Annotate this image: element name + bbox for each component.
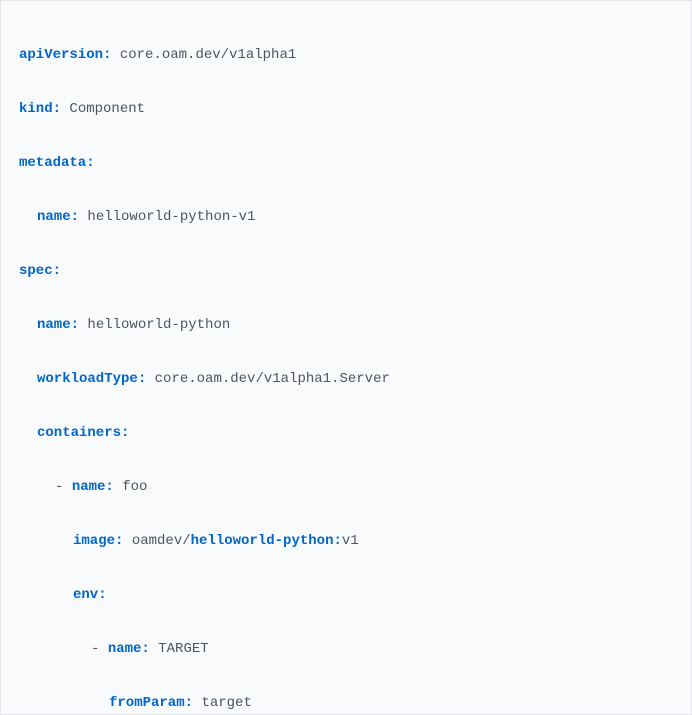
line-env0-fromParam: fromParam: target [109, 690, 673, 715]
val-c0-image-suffix: v1 [342, 533, 359, 549]
key-containers: containers [37, 425, 121, 441]
key-c0-name: name [72, 479, 106, 495]
key-c0-image: image [73, 533, 115, 549]
line-kind: kind: Component [19, 96, 673, 123]
line-container0-image: image: oamdev/helloworld-python:v1 [73, 528, 673, 555]
key-metadata-name: name [37, 209, 71, 225]
line-spec-name: name: helloworld-python [37, 312, 673, 339]
key-metadata: metadata [19, 155, 86, 171]
val-kind: Component [69, 101, 145, 117]
line-metadata: metadata: [19, 150, 673, 177]
val-c0-name: foo [122, 479, 147, 495]
key-spec: spec [19, 263, 53, 279]
val-metadata-name: helloworld-python-v1 [87, 209, 255, 225]
key-apiVersion: apiVersion [19, 47, 103, 63]
line-metadata-name: name: helloworld-python-v1 [37, 204, 673, 231]
val-env0-name: TARGET [158, 641, 208, 657]
val-workloadType: core.oam.dev/v1alpha1.Server [155, 371, 390, 387]
key-kind: kind [19, 101, 53, 117]
val-spec-name: helloworld-python [87, 317, 230, 333]
line-containers: containers: [37, 420, 673, 447]
key-env0-name: name [108, 641, 142, 657]
key-env0-fromParam: fromParam [109, 695, 185, 711]
line-apiVersion: apiVersion: core.oam.dev/v1alpha1 [19, 42, 673, 69]
yaml-code-block: apiVersion: core.oam.dev/v1alpha1 kind: … [0, 0, 692, 715]
line-container0-env: env: [73, 582, 673, 609]
val-c0-image-prefix: oamdev/ [132, 533, 191, 549]
line-workloadType: workloadType: core.oam.dev/v1alpha1.Serv… [37, 366, 673, 393]
line-spec: spec: [19, 258, 673, 285]
val-env0-fromParam: target [201, 695, 251, 711]
line-container0-name: - name: foo [55, 474, 673, 501]
key-spec-name: name [37, 317, 71, 333]
key-c0-env: env [73, 587, 98, 603]
val-apiVersion: core.oam.dev/v1alpha1 [120, 47, 296, 63]
line-env0-name: - name: TARGET [91, 636, 673, 663]
val-c0-image-bold: helloworld-python: [191, 533, 342, 549]
key-workloadType: workloadType [37, 371, 138, 387]
